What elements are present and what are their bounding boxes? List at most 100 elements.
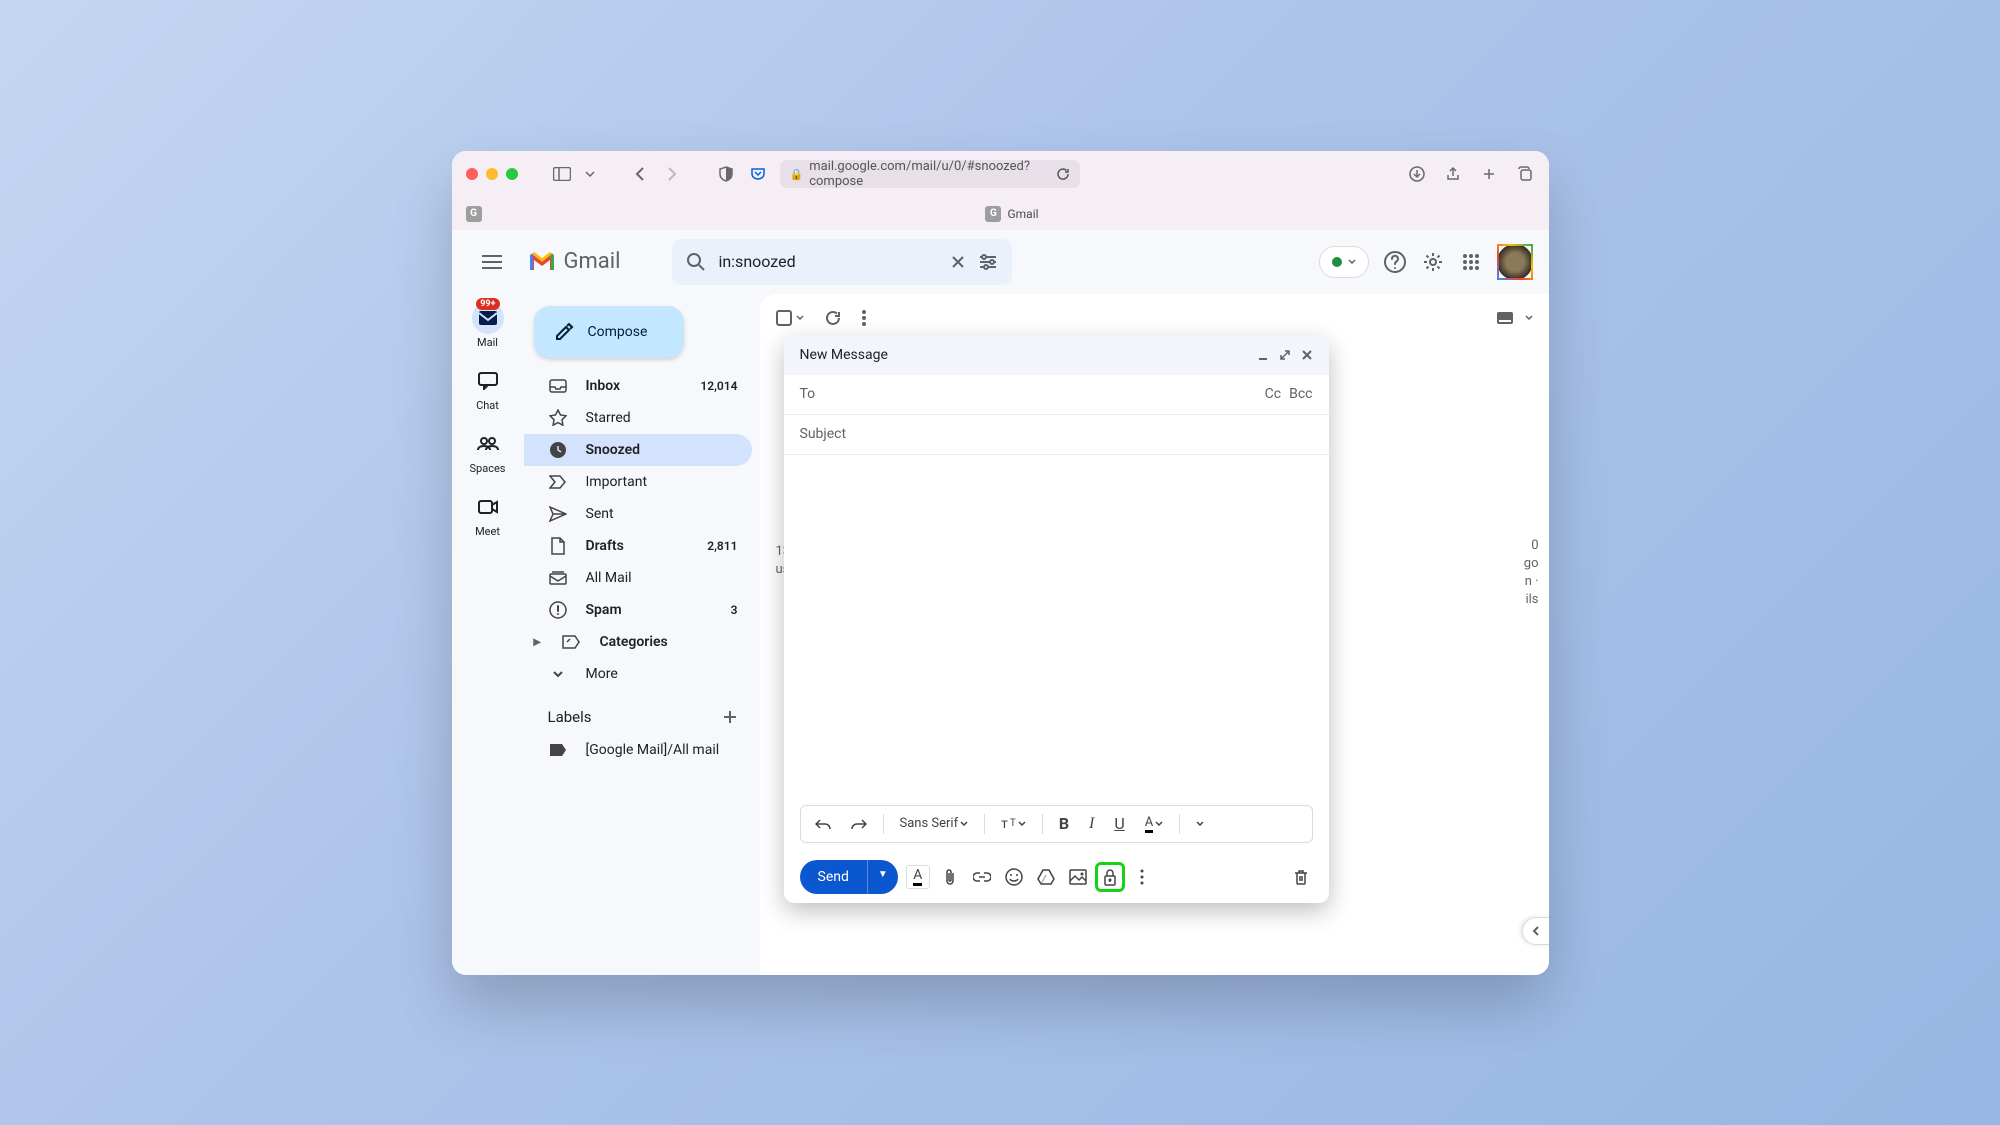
browser-toolbar: 🔒 mail.google.com/mail/u/0/#snoozed?comp… bbox=[452, 151, 1549, 198]
sent-icon bbox=[548, 504, 568, 524]
back-button[interactable] bbox=[630, 164, 650, 184]
nav-important[interactable]: Important bbox=[524, 466, 752, 498]
formatting-options-icon[interactable]: A bbox=[906, 865, 930, 889]
more-icon[interactable] bbox=[862, 310, 866, 326]
search-icon[interactable] bbox=[686, 252, 706, 272]
rail-meet[interactable]: Meet bbox=[472, 491, 504, 538]
insert-emoji-icon[interactable] bbox=[1002, 865, 1026, 889]
bold-icon[interactable]: B bbox=[1053, 810, 1075, 837]
nav-sent[interactable]: Sent bbox=[524, 498, 752, 530]
nav-spam[interactable]: Spam3 bbox=[524, 594, 752, 626]
underline-icon[interactable]: U bbox=[1108, 810, 1130, 837]
send-button[interactable]: Send bbox=[800, 860, 867, 894]
nav-starred[interactable]: Starred bbox=[524, 402, 752, 434]
to-field-row[interactable]: To Cc Bcc bbox=[784, 375, 1329, 415]
formatting-toolbar: Sans Serif тT B I U A bbox=[800, 805, 1313, 843]
cc-button[interactable]: Cc bbox=[1265, 386, 1281, 402]
nav-drafts[interactable]: Drafts2,811 bbox=[524, 530, 752, 562]
compose-button[interactable]: Compose bbox=[534, 306, 684, 358]
compose-body[interactable] bbox=[784, 455, 1329, 805]
input-tools-dropdown-icon[interactable] bbox=[1525, 315, 1533, 320]
new-tab-icon[interactable] bbox=[1479, 164, 1499, 184]
undo-icon[interactable] bbox=[809, 814, 837, 834]
nav-inbox[interactable]: Inbox12,014 bbox=[524, 370, 752, 402]
minimize-window-button[interactable] bbox=[486, 168, 498, 180]
pinned-tab-favicon[interactable]: G bbox=[466, 206, 482, 222]
tab-bar: G G Gmail bbox=[452, 198, 1549, 230]
send-options-dropdown[interactable]: ▼ bbox=[867, 860, 898, 894]
insert-drive-icon[interactable] bbox=[1034, 865, 1058, 889]
tabs-overview-icon[interactable] bbox=[1515, 164, 1535, 184]
search-bar[interactable] bbox=[672, 239, 1012, 285]
downloads-icon[interactable] bbox=[1407, 164, 1427, 184]
bcc-button[interactable]: Bcc bbox=[1289, 386, 1312, 402]
nav-snoozed[interactable]: Snoozed bbox=[524, 434, 752, 466]
rail-mail[interactable]: 99+ Mail bbox=[472, 302, 504, 349]
rail-spaces[interactable]: Spaces bbox=[470, 428, 506, 475]
pocket-icon[interactable] bbox=[748, 164, 768, 184]
apps-grid-icon[interactable] bbox=[1459, 250, 1483, 274]
input-tools-icon[interactable] bbox=[1497, 312, 1517, 324]
settings-icon[interactable] bbox=[1421, 250, 1445, 274]
select-checkbox[interactable] bbox=[776, 310, 804, 326]
refresh-icon[interactable] bbox=[824, 309, 842, 327]
subject-placeholder: Subject bbox=[800, 426, 847, 442]
search-input[interactable] bbox=[718, 252, 938, 271]
active-tab-title[interactable]: Gmail bbox=[1007, 207, 1038, 221]
share-icon[interactable] bbox=[1443, 164, 1463, 184]
text-color-icon[interactable]: A bbox=[1139, 811, 1169, 837]
reload-icon[interactable] bbox=[1056, 167, 1070, 181]
compose-minimize-icon[interactable] bbox=[1257, 349, 1269, 361]
folder-sidebar: Compose Inbox12,014StarredSnoozedImporta… bbox=[524, 294, 760, 975]
important-icon bbox=[548, 472, 568, 492]
app-header: Gmail bbox=[452, 230, 1549, 294]
side-panel-toggle[interactable] bbox=[1522, 917, 1549, 945]
forward-button[interactable] bbox=[662, 164, 682, 184]
insert-photo-icon[interactable] bbox=[1066, 865, 1090, 889]
main-menu-button[interactable] bbox=[468, 238, 516, 286]
main-panel: 139 use 0 go n · ils New Message bbox=[760, 294, 1549, 975]
subject-field-row[interactable]: Subject bbox=[784, 415, 1329, 455]
font-size-icon[interactable]: тT bbox=[995, 812, 1032, 836]
status-indicator[interactable] bbox=[1319, 246, 1369, 278]
compose-fullscreen-icon[interactable] bbox=[1279, 349, 1291, 361]
nav-categories[interactable]: ▸Categories bbox=[524, 626, 752, 658]
nav-rail: 99+ Mail Chat Spaces bbox=[452, 294, 524, 975]
compose-close-icon[interactable] bbox=[1301, 349, 1313, 361]
maximize-window-button[interactable] bbox=[506, 168, 518, 180]
url-bar[interactable]: 🔒 mail.google.com/mail/u/0/#snoozed?comp… bbox=[780, 160, 1080, 188]
snoozed-icon bbox=[548, 440, 568, 460]
compose-more-options-icon[interactable] bbox=[1130, 865, 1154, 889]
starred-icon bbox=[548, 408, 568, 428]
labels-header: Labels bbox=[524, 690, 752, 734]
shield-icon[interactable] bbox=[716, 164, 736, 184]
help-icon[interactable] bbox=[1383, 250, 1407, 274]
label-item[interactable]: [Google Mail]/All mail bbox=[524, 734, 752, 766]
compose-header[interactable]: New Message bbox=[784, 335, 1329, 375]
confidential-mode-icon[interactable] bbox=[1098, 865, 1122, 889]
nav-allmail[interactable]: All Mail bbox=[524, 562, 752, 594]
italic-icon[interactable]: I bbox=[1083, 811, 1100, 837]
spaces-icon bbox=[472, 428, 504, 460]
active-tab-favicon: G bbox=[985, 206, 1001, 222]
add-label-icon[interactable] bbox=[722, 709, 738, 725]
gmail-logo-icon bbox=[528, 251, 556, 273]
account-avatar[interactable] bbox=[1497, 244, 1533, 280]
discard-draft-icon[interactable] bbox=[1289, 865, 1313, 889]
attach-file-icon[interactable] bbox=[938, 865, 962, 889]
close-window-button[interactable] bbox=[466, 168, 478, 180]
more-formatting-icon[interactable] bbox=[1190, 817, 1210, 830]
rail-chat[interactable]: Chat bbox=[472, 365, 504, 412]
clear-search-icon[interactable] bbox=[950, 254, 966, 270]
gmail-logo[interactable]: Gmail bbox=[528, 249, 621, 274]
nav-more[interactable]: More bbox=[524, 658, 752, 690]
compose-window: New Message To Cc Bcc bbox=[784, 335, 1329, 903]
search-options-icon[interactable] bbox=[978, 254, 998, 270]
insert-link-icon[interactable] bbox=[970, 865, 994, 889]
font-selector[interactable]: Sans Serif bbox=[894, 812, 975, 835]
compose-bottom-bar: Send ▼ A bbox=[784, 851, 1329, 903]
redo-icon[interactable] bbox=[845, 814, 873, 834]
tab-dropdown-icon[interactable] bbox=[584, 164, 596, 184]
sidebar-toggle-icon[interactable] bbox=[552, 164, 572, 184]
gmail-app: Gmail bbox=[452, 230, 1549, 975]
